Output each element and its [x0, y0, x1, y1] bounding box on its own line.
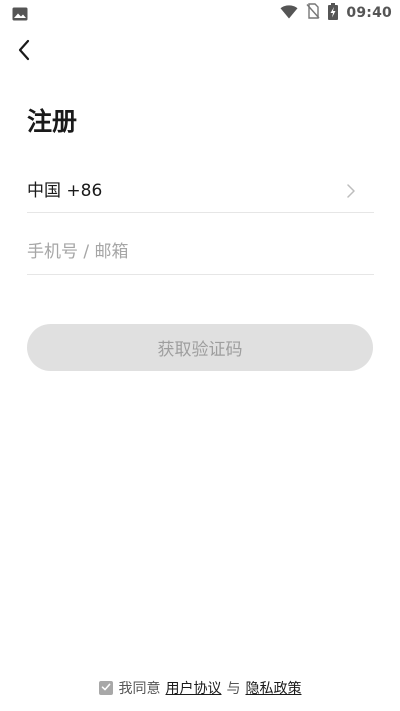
back-button[interactable]	[10, 38, 38, 66]
country-code-selector[interactable]: 中国 +86	[27, 170, 374, 213]
status-time: 09:40	[346, 5, 392, 21]
agree-checkbox[interactable]	[98, 680, 113, 696]
agreement-connector: 与	[226, 681, 241, 697]
agreement-prefix: 我同意	[118, 681, 161, 697]
privacy-policy-link[interactable]: 隐私政策	[246, 678, 302, 698]
checkmark-icon	[101, 680, 111, 696]
chevron-left-icon	[17, 39, 31, 65]
page-title: 注册	[27, 107, 78, 136]
phone-email-field-row	[27, 232, 374, 275]
no-sim-icon	[306, 3, 320, 23]
status-icons: 09:40	[280, 2, 392, 24]
get-verification-code-button[interactable]: 获取验证码	[27, 324, 373, 371]
phone-email-input[interactable]	[27, 232, 374, 272]
country-code-label: 中国 +86	[27, 181, 103, 201]
register-screen: 09:40 注册 中国 +86 获取验证码	[0, 0, 400, 711]
status-bar: 09:40	[0, 0, 400, 26]
wifi-icon	[280, 4, 298, 23]
agreement-row: 我同意 用户协议 与 隐私政策	[0, 676, 400, 700]
battery-charging-icon	[328, 2, 339, 24]
user-agreement-link[interactable]: 用户协议	[166, 678, 222, 698]
chevron-right-icon	[344, 183, 358, 198]
image-notification-icon	[12, 6, 28, 21]
